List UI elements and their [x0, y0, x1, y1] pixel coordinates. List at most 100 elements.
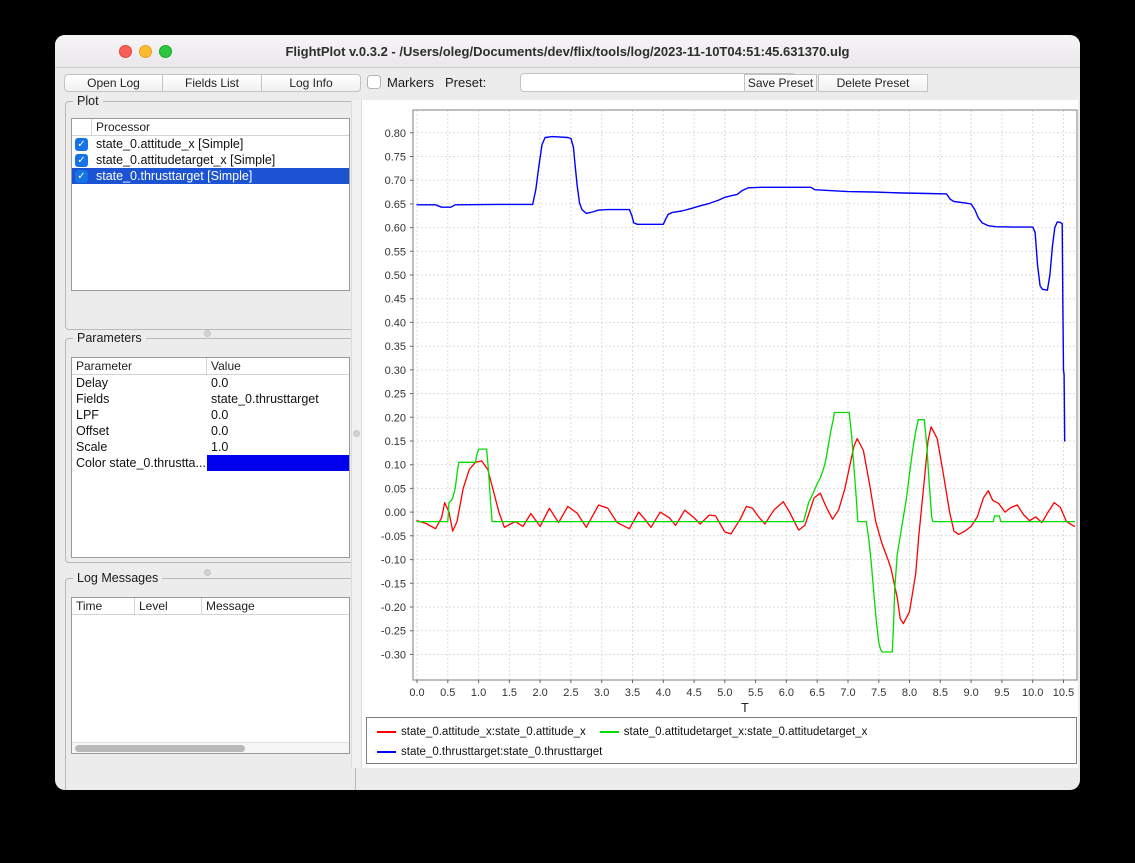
plot-panel-title: Plot — [73, 94, 103, 108]
value-column-header: Value — [207, 358, 349, 375]
log-messages-panel: Log Messages Time Level Message — [65, 578, 356, 790]
y-tick-label: -0.05 — [381, 531, 406, 543]
x-tick-label: 10.0 — [1022, 687, 1043, 699]
parameter-name: Delay — [72, 375, 207, 391]
markers-checkbox[interactable] — [367, 75, 381, 89]
processor-list-item[interactable]: ✓ state_0.attitude_x [Simple] — [72, 136, 349, 152]
time-column-header: Time — [72, 598, 135, 615]
title-bar[interactable]: FlightPlot v.0.3.2 - /Users/oleg/Documen… — [55, 35, 1080, 68]
parameter-row: Offset0.0 — [72, 423, 349, 439]
log-table-header: Time Level Message — [72, 598, 349, 615]
preset-label: Preset: — [445, 75, 486, 90]
legend-item: state_0.thrusttarget:state_0.thrusttarge… — [377, 746, 602, 758]
parameter-name: Scale — [72, 439, 207, 455]
parameter-row: Delay0.0 — [72, 375, 349, 391]
parameter-value[interactable]: 0.0 — [207, 407, 349, 423]
color-swatch[interactable] — [207, 455, 349, 471]
x-tick-label: 6.0 — [779, 687, 794, 699]
item-checkbox[interactable]: ✓ — [75, 154, 88, 167]
chart-plot[interactable]: 0.00.51.01.52.02.53.03.54.04.55.05.56.06… — [362, 100, 1078, 717]
y-tick-label: 0.25 — [385, 389, 406, 401]
log-info-button[interactable]: Log Info — [262, 74, 361, 92]
plot-panel: Plot Processor ✓state_0.attitude_x [Simp… — [65, 101, 356, 330]
parameter-value[interactable]: 0.0 — [207, 375, 349, 391]
horizontal-splitter-handle[interactable] — [204, 569, 211, 576]
x-tick-label: 1.5 — [502, 687, 517, 699]
x-tick-label: 0.0 — [409, 687, 424, 699]
delete-preset-button[interactable]: Delete Preset — [818, 74, 928, 92]
parameter-name: LPF — [72, 407, 207, 423]
legend-label: state_0.thrusttarget:state_0.thrusttarge… — [401, 746, 602, 758]
open-log-button[interactable]: Open Log — [64, 74, 163, 92]
y-tick-label: 0.35 — [385, 341, 406, 353]
x-tick-label: 4.5 — [686, 687, 701, 699]
level-column-header: Level — [135, 598, 202, 615]
y-tick-label: 0.40 — [385, 317, 406, 329]
processor-list[interactable]: Processor ✓state_0.attitude_x [Simple]✓s… — [71, 118, 350, 291]
x-tick-label: 5.5 — [748, 687, 763, 699]
scrollbar-thumb[interactable] — [75, 745, 245, 752]
processor-list-item[interactable]: ✓ state_0.attitudetarget_x [Simple] — [72, 152, 349, 168]
y-tick-label: 0.75 — [385, 151, 406, 163]
parameter-row: Fieldsstate_0.thrusttarget — [72, 391, 349, 407]
parameter-name: Offset — [72, 423, 207, 439]
x-tick-label: 9.0 — [963, 687, 978, 699]
vertical-splitter-handle[interactable] — [353, 430, 360, 437]
log-messages-panel-title: Log Messages — [73, 571, 162, 585]
item-checkbox[interactable]: ✓ — [75, 138, 88, 151]
parameter-value[interactable]: 0.0 — [207, 423, 349, 439]
toolbar-button-group: Open Log Fields List Log Info — [64, 74, 361, 92]
x-tick-label: 0.5 — [440, 687, 455, 699]
processor-list-item[interactable]: ✓ state_0.thrusttarget [Simple] — [72, 168, 349, 184]
y-tick-label: 0.50 — [385, 270, 406, 282]
zoom-window-button[interactable] — [159, 45, 172, 58]
fields-list-button[interactable]: Fields List — [163, 74, 262, 92]
item-label: state_0.thrusttarget [Simple] — [92, 168, 256, 184]
parameter-row: LPF0.0 — [72, 407, 349, 423]
close-window-button[interactable] — [119, 45, 132, 58]
parameter-value[interactable]: 1.0 — [207, 439, 349, 455]
parameter-value[interactable]: state_0.thrusttarget — [207, 391, 349, 407]
x-tick-label: 4.0 — [656, 687, 671, 699]
x-tick-label: 5.0 — [717, 687, 732, 699]
y-tick-label: -0.10 — [381, 555, 406, 567]
legend-label: state_0.attitude_x:state_0.attitude_x — [401, 726, 586, 738]
item-checkbox[interactable]: ✓ — [75, 170, 88, 183]
legend-line-swatch — [377, 751, 396, 753]
parameter-row: Color state_0.thrustta... — [72, 455, 349, 471]
legend-line-swatch — [600, 731, 619, 733]
legend-line-swatch — [377, 731, 396, 733]
minimize-window-button[interactable] — [139, 45, 152, 58]
legend-row: state_0.attitude_x:state_0.attitude_xsta… — [377, 722, 1076, 742]
item-label: state_0.attitude_x [Simple] — [92, 136, 247, 152]
horizontal-splitter-handle[interactable] — [204, 330, 211, 337]
y-tick-label: 0.60 — [385, 223, 406, 235]
x-tick-label: 7.0 — [840, 687, 855, 699]
x-tick-label: 3.5 — [625, 687, 640, 699]
y-tick-label: 0.00 — [385, 507, 406, 519]
y-tick-label: 0.20 — [385, 412, 406, 424]
markers-label: Markers — [387, 75, 434, 90]
y-tick-label: 0.45 — [385, 294, 406, 306]
y-tick-label: 0.70 — [385, 175, 406, 187]
parameters-panel-title: Parameters — [73, 331, 146, 345]
message-column-header: Message — [202, 598, 349, 615]
series-line — [417, 413, 1075, 653]
legend-row: state_0.thrusttarget:state_0.thrusttarge… — [377, 742, 1076, 762]
x-tick-label: 9.5 — [994, 687, 1009, 699]
x-tick-label: 10.5 — [1053, 687, 1074, 699]
log-messages-table[interactable]: Time Level Message — [71, 597, 350, 754]
horizontal-scrollbar[interactable] — [72, 742, 349, 753]
item-label: state_0.attitudetarget_x [Simple] — [92, 152, 279, 168]
vertical-splitter[interactable] — [351, 100, 362, 768]
save-preset-button[interactable]: Save Preset — [744, 74, 817, 92]
parameter-column-header: Parameter — [72, 358, 207, 375]
x-tick-label: 8.0 — [902, 687, 917, 699]
series-line — [417, 137, 1065, 441]
parameter-name: Color state_0.thrustta... — [72, 455, 207, 471]
y-tick-label: -0.25 — [381, 626, 406, 638]
series-line — [417, 427, 1075, 624]
x-tick-label: 6.5 — [810, 687, 825, 699]
parameters-table[interactable]: Parameter Value Delay0.0Fieldsstate_0.th… — [71, 357, 350, 558]
app-window: FlightPlot v.0.3.2 - /Users/oleg/Documen… — [55, 35, 1080, 790]
